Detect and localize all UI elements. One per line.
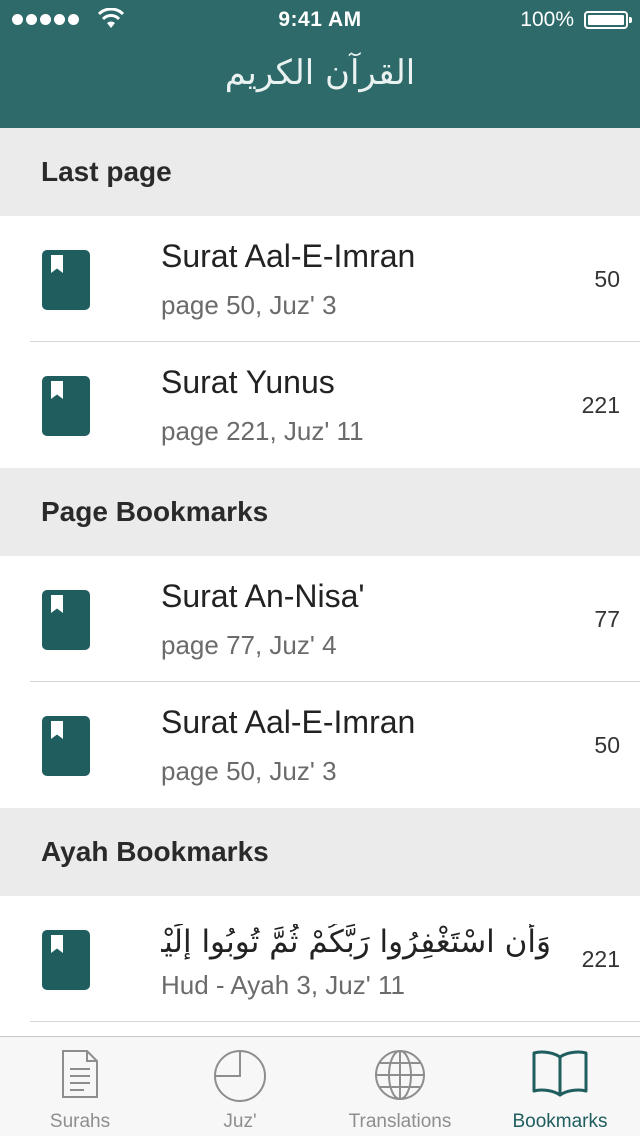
tab-label: Juz' bbox=[223, 1111, 257, 1132]
list-item[interactable]: Surat An-Nisa' page 77, Juz' 4 77 bbox=[0, 556, 640, 682]
row-subtitle: page 77, Juz' 4 bbox=[161, 630, 337, 660]
list-item[interactable]: Surat Yunus page 221, Juz' 11 221 bbox=[0, 342, 640, 468]
app-logo-title: القرآن الكريم bbox=[224, 53, 416, 93]
row-subtitle: page 221, Juz' 11 bbox=[161, 416, 364, 446]
tab-bar: Surahs Juz' Translations Bookmarks bbox=[0, 1036, 640, 1136]
tab-label: Translations bbox=[348, 1111, 452, 1132]
nav-header: 9:41 AM 100% القرآن الكريم bbox=[0, 0, 640, 128]
row-page-number: 221 bbox=[581, 946, 620, 972]
list-item[interactable]: وَأَنِ اسْتَغْفِرُوا رَبَّكُمْ ثُمَّ تُو… bbox=[0, 896, 640, 1022]
row-title: Surat Aal-E-Imran bbox=[161, 704, 416, 740]
pie-icon bbox=[214, 1050, 266, 1102]
status-bar: 9:41 AM 100% bbox=[0, 0, 640, 40]
section-header-page-bookmarks: Page Bookmarks bbox=[0, 468, 640, 556]
section-header-ayah-bookmarks: Ayah Bookmarks bbox=[0, 808, 640, 896]
row-title: Surat An-Nisa' bbox=[161, 578, 365, 614]
list-item[interactable]: Surat Aal-E-Imran page 50, Juz' 3 50 bbox=[0, 216, 640, 342]
tab-juz[interactable]: Juz' bbox=[160, 1037, 320, 1137]
open-book-icon bbox=[532, 1050, 588, 1097]
section-title: Last page bbox=[41, 156, 172, 187]
bookmark-book-icon bbox=[42, 930, 90, 990]
row-subtitle: Hud - Ayah 3, Juz' 11 bbox=[161, 970, 405, 1000]
row-page-number: 50 bbox=[594, 266, 620, 292]
row-title: Surat Yunus bbox=[161, 364, 335, 400]
tab-bookmarks[interactable]: Bookmarks bbox=[480, 1037, 640, 1137]
bookmark-book-icon bbox=[42, 376, 90, 436]
battery-percent: 100% bbox=[520, 8, 574, 31]
row-page-number: 77 bbox=[594, 606, 620, 632]
tab-translations[interactable]: Translations bbox=[320, 1037, 480, 1137]
row-page-number: 50 bbox=[594, 732, 620, 758]
row-subtitle: page 50, Juz' 3 bbox=[161, 290, 337, 320]
document-icon bbox=[62, 1050, 98, 1098]
ayah-text: وَأَنِ اسْتَغْفِرُوا رَبَّكُمْ ثُمَّ تُو… bbox=[161, 924, 551, 960]
globe-icon bbox=[375, 1050, 425, 1100]
bookmark-book-icon bbox=[42, 716, 90, 776]
section-title: Page Bookmarks bbox=[41, 496, 269, 527]
list-item[interactable]: Surat Aal-E-Imran page 50, Juz' 3 50 bbox=[0, 682, 640, 808]
bookmark-book-icon bbox=[42, 250, 90, 310]
tab-surahs[interactable]: Surahs bbox=[0, 1037, 160, 1137]
divider bbox=[30, 1021, 640, 1022]
row-title: Surat Aal-E-Imran bbox=[161, 238, 416, 274]
battery-icon bbox=[584, 11, 632, 29]
bookmark-book-icon bbox=[42, 590, 90, 650]
tab-label: Bookmarks bbox=[512, 1111, 608, 1132]
section-header-last-page: Last page bbox=[0, 128, 640, 216]
row-page-number: 221 bbox=[581, 392, 620, 418]
section-title: Ayah Bookmarks bbox=[41, 836, 269, 867]
row-subtitle: page 50, Juz' 3 bbox=[161, 756, 337, 786]
tab-label: Surahs bbox=[49, 1111, 111, 1132]
